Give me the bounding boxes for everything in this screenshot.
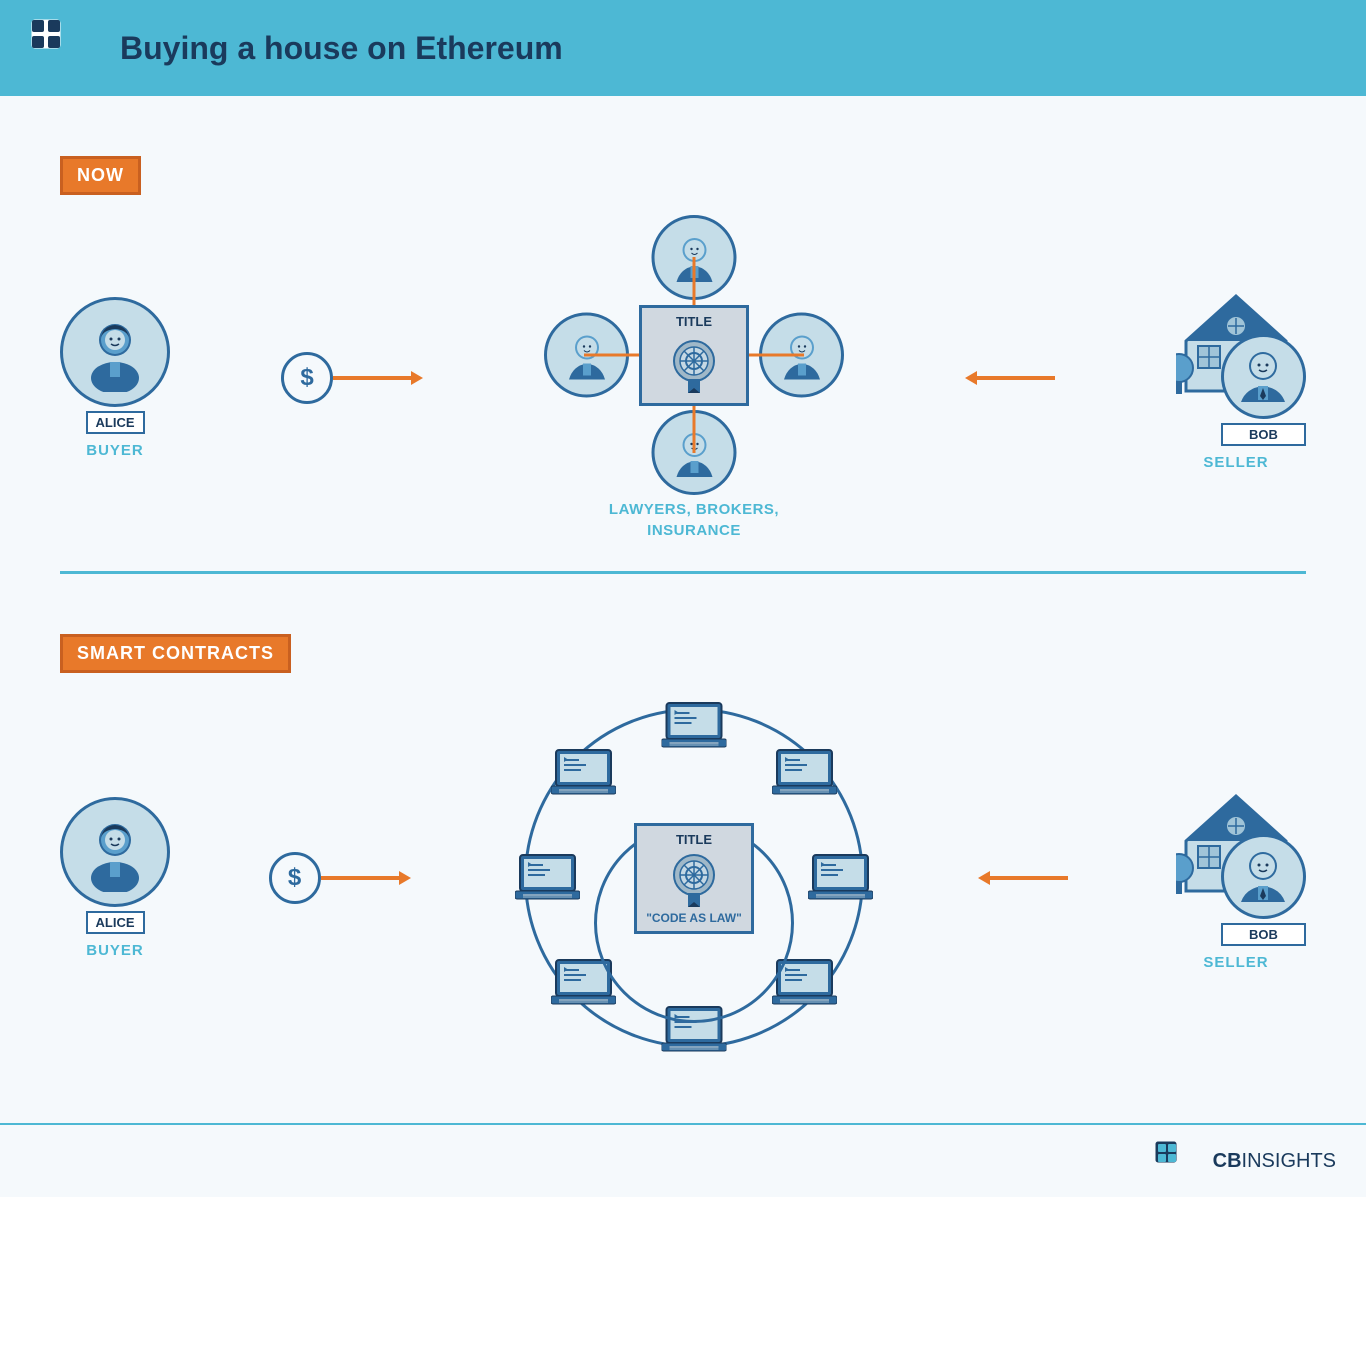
sc-title-seal-icon	[664, 847, 724, 907]
footer-logo-text: CBINSIGHTS	[1213, 1150, 1336, 1173]
sc-bob-avatar-area: BOB	[1221, 834, 1306, 946]
sc-seller-group: BOB SELLER	[1166, 786, 1306, 971]
alice-name-tag: ALICE	[86, 411, 145, 434]
laptop-top-icon	[662, 701, 727, 751]
now-diagram-row: ALICE BUYER $	[60, 215, 1306, 541]
seller-role-label: SELLER	[1203, 454, 1268, 471]
sc-buyer-role-label: BUYER	[86, 942, 144, 959]
blockchain-circle: TITLE "CODE AS	[509, 693, 879, 1063]
sc-title-label: TITLE	[676, 832, 712, 847]
sc-section: SMART CONTRACTS	[60, 604, 1306, 1083]
main-content: NOW	[0, 96, 1366, 1123]
title-doc-center: TITLE	[639, 305, 749, 406]
sc-seller-role-label: SELLER	[1203, 954, 1268, 971]
bob-name-tag: BOB	[1221, 423, 1306, 446]
seller-group: BOB SELLER	[1166, 286, 1306, 471]
brokers-area: TITLE	[534, 215, 854, 495]
alice-person-icon	[75, 312, 155, 392]
buyer-flow: $	[281, 352, 423, 404]
buyer-group: ALICE BUYER	[60, 297, 170, 459]
sc-dollar-coin: $	[269, 852, 321, 904]
left-arrow-icon	[965, 364, 1055, 392]
dollar-coin: $	[281, 352, 333, 404]
code-law-label: "CODE AS LAW"	[646, 911, 742, 925]
now-badge: NOW	[60, 156, 141, 195]
lawyers-label: LAWYERS, BROKERS, INSURANCE	[609, 499, 779, 541]
sc-left-arrow-icon	[978, 864, 1068, 892]
center-group: TITLE	[534, 215, 854, 541]
laptop-topright-icon	[772, 748, 837, 798]
section-divider	[60, 571, 1306, 574]
now-section: NOW	[60, 126, 1306, 561]
sc-buyer-group: ALICE BUYER	[60, 797, 170, 959]
footer: CBINSIGHTS	[0, 1123, 1366, 1197]
sc-bob-avatar	[1221, 834, 1306, 919]
laptop-left-icon	[515, 853, 580, 903]
sc-right-arrow-icon	[321, 864, 411, 892]
bob-person-icon	[1231, 344, 1296, 409]
sc-house-area: BOB	[1166, 786, 1306, 946]
alice-avatar	[60, 297, 170, 407]
bob-avatar-area: BOB	[1221, 334, 1306, 446]
sc-bob-person-icon	[1231, 844, 1296, 909]
title-seal-icon	[664, 333, 724, 393]
sc-alice-avatar	[60, 797, 170, 907]
laptop-topleft-icon	[551, 748, 616, 798]
right-arrow-icon	[333, 364, 423, 392]
title-label: TITLE	[676, 314, 712, 329]
sc-seller-flow	[978, 864, 1068, 892]
page-title: Buying a house on Ethereum	[120, 30, 563, 67]
cb-logo-icon	[30, 18, 100, 78]
sc-bob-name-tag: BOB	[1221, 923, 1306, 946]
footer-cb-logo-icon	[1155, 1141, 1205, 1181]
header: Buying a house on Ethereum	[0, 0, 1366, 96]
buyer-role-label: BUYER	[86, 442, 144, 459]
sc-alice-person-icon	[75, 812, 155, 892]
title-document: TITLE	[639, 305, 749, 406]
house-area: BOB	[1166, 286, 1306, 446]
footer-logo: CBINSIGHTS	[1155, 1141, 1336, 1181]
sc-badge: SMART CONTRACTS	[60, 634, 291, 673]
sc-title-center: TITLE "CODE AS	[634, 823, 754, 934]
sc-diagram-row: ALICE BUYER $	[60, 693, 1306, 1063]
laptop-right-icon	[808, 853, 873, 903]
sc-alice-name-tag: ALICE	[86, 911, 145, 934]
bob-avatar	[1221, 334, 1306, 419]
sc-buyer-flow: $	[269, 852, 411, 904]
sc-title-document: TITLE "CODE AS	[634, 823, 754, 934]
seller-flow	[965, 364, 1055, 392]
